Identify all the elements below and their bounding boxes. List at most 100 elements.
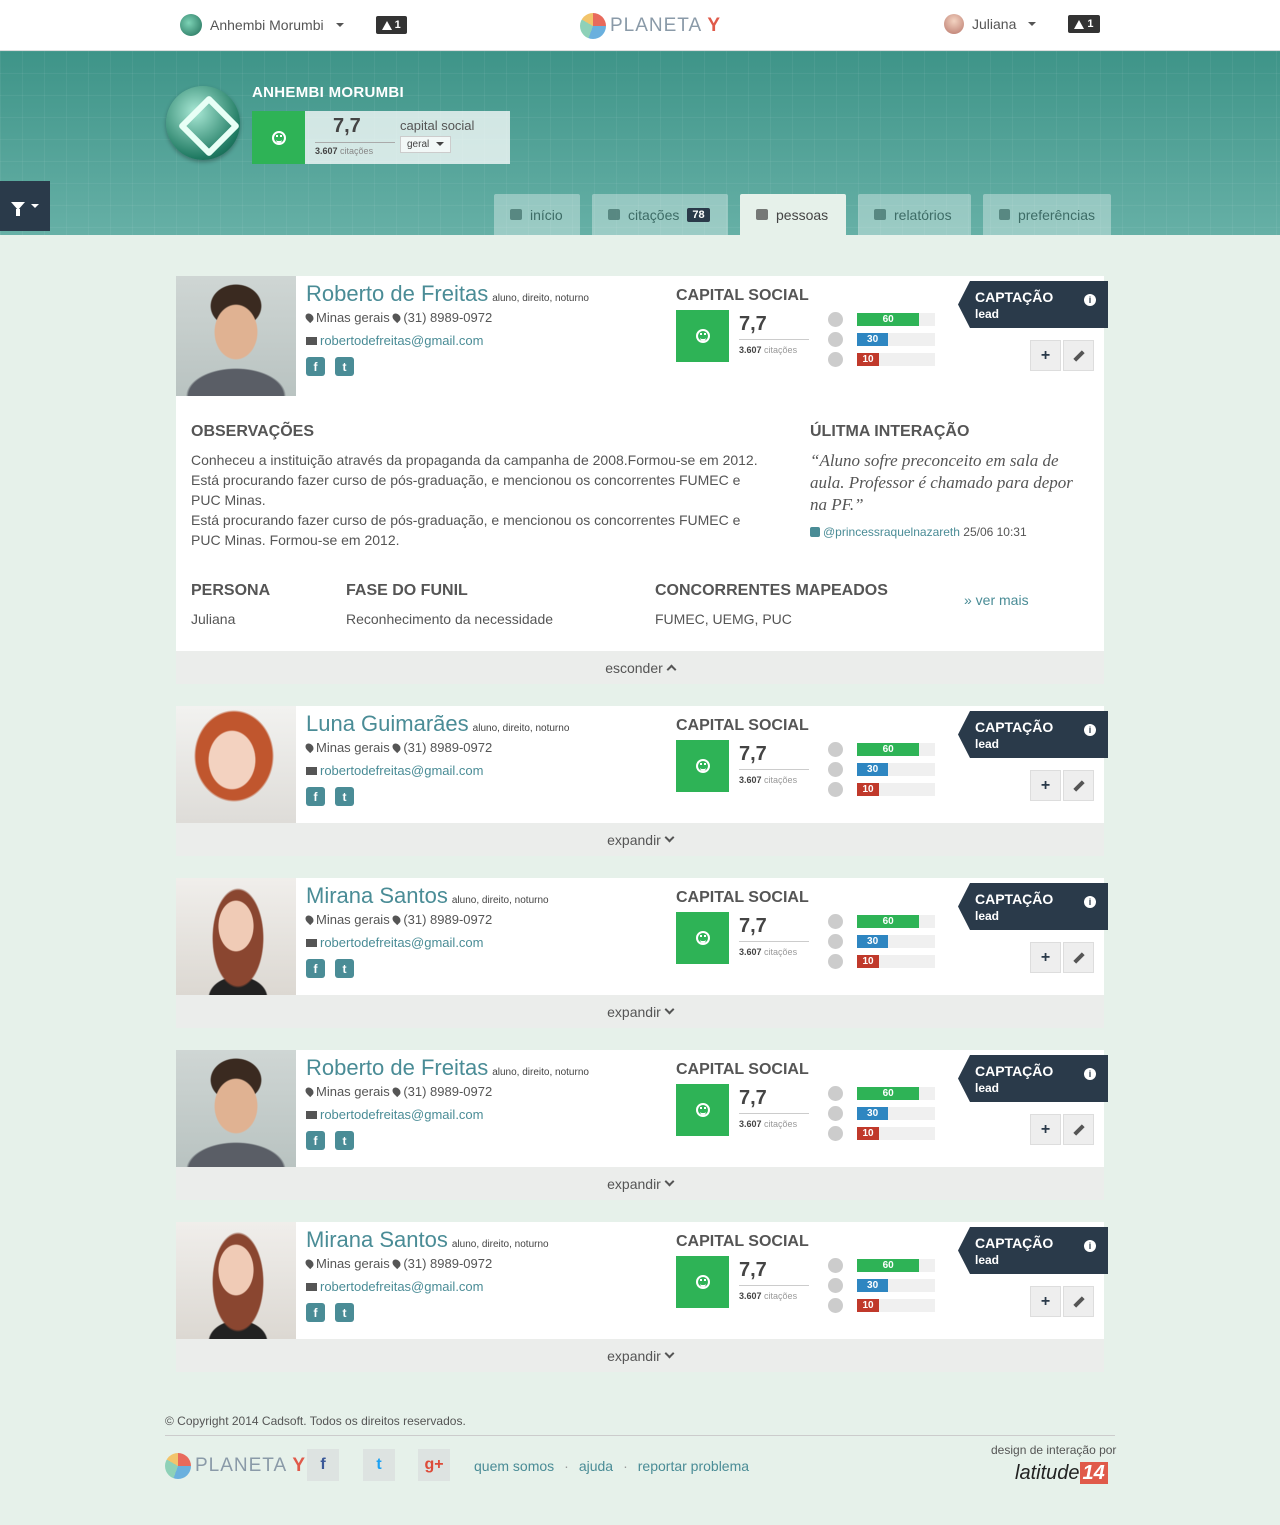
capital-social-title: CAPITAL SOCIAL <box>676 287 809 304</box>
expand-button[interactable]: expandir <box>176 995 1104 1028</box>
link-reportar-problema[interactable]: reportar problema <box>638 1458 749 1474</box>
twitter-icon[interactable]: t <box>335 1131 354 1150</box>
alert-count: 1 <box>394 19 401 31</box>
add-contact-button[interactable]: + <box>1030 1286 1061 1317</box>
cs-citations: 3.607 citações <box>739 1291 798 1301</box>
design-credit: design de interação por <box>991 1443 1117 1457</box>
info-icon[interactable]: i <box>1084 294 1096 306</box>
edit-button[interactable] <box>1063 770 1094 801</box>
twitter-icon[interactable]: t <box>335 959 354 978</box>
facebook-icon[interactable]: f <box>306 959 325 978</box>
google-plus-icon[interactable]: g+ <box>418 1449 450 1481</box>
expand-button[interactable]: expandir <box>176 1167 1104 1200</box>
positive-bar: 60 <box>857 1258 920 1272</box>
person-card: Roberto de Freitas aluno, direito, noturn… <box>176 276 1108 651</box>
tab-preferencias[interactable]: preferências <box>983 194 1111 235</box>
tab-relatorios[interactable]: relatórios <box>858 194 971 235</box>
add-contact-button[interactable]: + <box>1030 770 1061 801</box>
headset-plus-icon: + <box>1040 776 1051 794</box>
add-contact-button[interactable]: + <box>1030 1114 1061 1145</box>
person-name[interactable]: Roberto de Freitas aluno, direito, noturn… <box>306 281 589 307</box>
negative-face-icon <box>828 1297 843 1313</box>
cs-score: 7,7 <box>333 115 361 137</box>
person-location: Minas gerais (31) 8989-0972 <box>303 310 492 325</box>
person-email[interactable]: robertodefreitas@gmail.com <box>306 763 483 778</box>
info-icon[interactable]: i <box>1084 896 1096 908</box>
institution-title: ANHEMBI MORUMBI <box>252 84 404 101</box>
twitter-icon[interactable]: t <box>335 787 354 806</box>
scope-dropdown[interactable]: geral <box>400 136 452 153</box>
twitter-icon[interactable]: t <box>335 357 354 376</box>
sentiment-row-negative: 10 <box>828 1123 935 1143</box>
person-name[interactable]: Luna Guimarães aluno, direito, noturno <box>306 711 569 737</box>
top-bar: Anhembi Morumbi 1 PLANETA Y Juliana 1 <box>0 0 1280 51</box>
latitude-logo[interactable]: latitude 14 <box>1015 1462 1108 1485</box>
filter-button[interactable] <box>0 181 50 231</box>
facebook-icon[interactable]: f <box>307 1449 339 1481</box>
facebook-icon[interactable]: f <box>306 357 325 376</box>
captacao-status: CAPTAÇÃO lead i <box>958 711 1108 758</box>
user-menu[interactable]: Juliana 1 <box>944 14 1100 34</box>
smile-icon <box>676 310 729 362</box>
gear-icon <box>999 209 1010 220</box>
info-icon[interactable]: i <box>1084 1240 1096 1252</box>
edit-button[interactable] <box>1063 1114 1094 1145</box>
cs-citations: 3.607 citações <box>315 146 374 156</box>
twitter-icon[interactable]: t <box>335 1303 354 1322</box>
expand-button[interactable]: expandir <box>176 823 1104 856</box>
info-icon[interactable]: i <box>1084 724 1096 736</box>
see-more-link[interactable]: » ver mais <box>964 592 1029 608</box>
alert-badge[interactable]: 1 <box>375 16 407 34</box>
sentiment-bars: 60 30 10 <box>828 911 935 971</box>
add-contact-button[interactable]: + <box>1030 340 1061 371</box>
institution-switcher[interactable]: Anhembi Morumbi 1 <box>180 14 407 36</box>
expand-button[interactable]: expandir <box>176 1339 1104 1372</box>
main-tabs: início citações 78 pessoas relatórios pre… <box>494 194 1111 235</box>
person-card: Luna Guimarães aluno, direito, noturno Mi… <box>176 706 1108 823</box>
link-quem-somos[interactable]: quem somos <box>474 1458 554 1474</box>
envelope-icon <box>306 939 317 947</box>
tab-citacoes[interactable]: citações 78 <box>592 194 728 235</box>
person-email[interactable]: robertodefreitas@gmail.com <box>306 1107 483 1122</box>
sentiment-row-negative: 10 <box>828 779 935 799</box>
person-email[interactable]: robertodefreitas@gmail.com <box>306 935 483 950</box>
person-name[interactable]: Mirana Santos aluno, direito, noturno <box>306 883 549 909</box>
negative-bar: 10 <box>857 954 879 968</box>
link-ajuda[interactable]: ajuda <box>579 1458 613 1474</box>
neutral-face-icon <box>828 331 843 347</box>
sentiment-row-positive: 60 <box>828 739 935 759</box>
tab-inicio[interactable]: início <box>494 194 580 235</box>
pencil-icon <box>1072 1295 1085 1308</box>
facebook-icon[interactable]: f <box>306 787 325 806</box>
edit-button[interactable] <box>1063 942 1094 973</box>
edit-button[interactable] <box>1063 340 1094 371</box>
brand-logo[interactable]: PLANETA Y <box>580 13 721 39</box>
headset-plus-icon: + <box>1040 1120 1051 1138</box>
sentiment-row-neutral: 30 <box>828 931 935 951</box>
neutral-bar: 30 <box>857 332 889 346</box>
add-contact-button[interactable]: + <box>1030 942 1061 973</box>
footer-brand[interactable]: PLANETA Y <box>165 1453 306 1479</box>
info-icon[interactable]: i <box>1084 1068 1096 1080</box>
facebook-icon[interactable]: f <box>306 1303 325 1322</box>
map-marker-icon <box>391 311 403 324</box>
person-email[interactable]: robertodefreitas@gmail.com <box>306 1279 483 1294</box>
collapse-button[interactable]: esconder <box>176 651 1104 684</box>
person-location: Minas gerais (31) 8989-0972 <box>303 912 492 927</box>
tab-pessoas[interactable]: pessoas <box>740 194 846 235</box>
sentiment-row-neutral: 30 <box>828 759 935 779</box>
chevron-down-icon <box>1028 22 1037 26</box>
cs-label: capital social <box>400 118 475 133</box>
facebook-icon[interactable]: f <box>306 1131 325 1150</box>
user-alert-badge[interactable]: 1 <box>1068 15 1100 33</box>
person-name[interactable]: Mirana Santos aluno, direito, noturno <box>306 1227 549 1253</box>
twitter-icon[interactable]: t <box>363 1449 395 1481</box>
person-email[interactable]: robertodefreitas@gmail.com <box>306 333 483 348</box>
quote-source[interactable]: @princessraquelnazareth 25/06 10:31 <box>810 525 1027 539</box>
negative-bar: 10 <box>857 1298 879 1312</box>
person-name[interactable]: Roberto de Freitas aluno, direito, noturn… <box>306 1055 589 1081</box>
smile-icon <box>252 111 305 164</box>
person-photo <box>176 706 296 823</box>
captacao-status: CAPTAÇÃO lead i <box>958 281 1108 328</box>
edit-button[interactable] <box>1063 1286 1094 1317</box>
